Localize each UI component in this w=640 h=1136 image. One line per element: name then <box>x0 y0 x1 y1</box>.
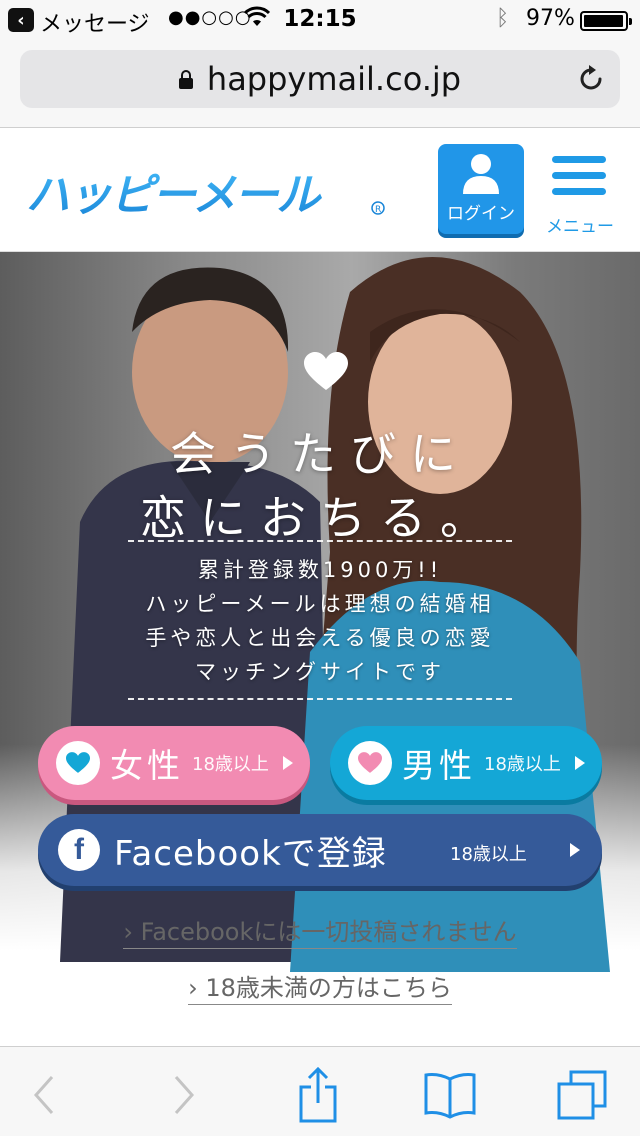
browser-toolbar <box>0 1046 640 1136</box>
lock-icon <box>178 70 193 89</box>
battery-icon <box>580 11 632 31</box>
female-signup-button[interactable]: 女性 18歳以上 <box>38 726 310 800</box>
age-requirement: 18歳以上 <box>192 754 269 775</box>
share-icon[interactable] <box>288 1067 348 1123</box>
tabs-icon[interactable] <box>552 1067 612 1123</box>
browser-address-area: happymail.co.jp <box>0 40 640 128</box>
heart-icon <box>348 741 392 785</box>
forward-icon[interactable] <box>154 1067 214 1123</box>
age-requirement: 18歳以上 <box>450 844 527 865</box>
bookmarks-icon[interactable] <box>420 1067 480 1123</box>
description-line: 手や恋人と出会える優良の恋愛 <box>145 626 495 650</box>
arrow-right-icon <box>574 756 585 770</box>
logo-text: ハッピーメール <box>26 170 322 218</box>
site-header: ハッピーメール R ログイン メニュー <box>0 128 640 252</box>
status-bar: ‹ メッセージ ●●○○○ 12:15 ᛒ 97% <box>0 0 640 40</box>
description-line: ハッピーメールは理想の結婚相 <box>145 592 495 616</box>
facebook-label: Facebookで登録 <box>114 833 387 874</box>
heart-icon <box>56 741 100 785</box>
facebook-icon: f <box>58 829 100 871</box>
battery-level <box>584 15 623 27</box>
headline-line-1: 会うたびに <box>170 427 470 481</box>
male-label: 男性 <box>402 746 476 785</box>
age-requirement: 18歳以上 <box>484 754 561 775</box>
facebook-notice-link[interactable]: › Facebookには一切投稿されません <box>0 912 640 949</box>
hamburger-icon <box>552 156 606 163</box>
menu-button[interactable]: メニュー <box>546 156 614 237</box>
menu-label: メニュー <box>546 217 614 237</box>
battery-percent: 97% <box>526 6 575 31</box>
bluetooth-icon: ᛒ <box>496 6 510 31</box>
login-label: ログイン <box>447 204 515 224</box>
address-bar[interactable]: happymail.co.jp <box>20 50 620 108</box>
headline-line-2: 恋におちる。 <box>140 491 500 545</box>
arrow-right-icon <box>282 756 293 770</box>
facebook-signup-button[interactable]: f Facebookで登録 18歳以上 <box>38 814 602 886</box>
divider <box>128 540 512 542</box>
heart-icon <box>304 352 348 390</box>
male-signup-button[interactable]: 男性 18歳以上 <box>330 726 602 800</box>
hero-section: 会うたびに 恋におちる。 累計登録数1900万!! ハッピーメールは理想の結婚相… <box>0 252 640 1046</box>
divider <box>128 698 512 700</box>
reload-icon[interactable] <box>576 64 606 94</box>
login-button[interactable]: ログイン <box>438 144 524 234</box>
svg-text:R: R <box>375 205 381 215</box>
url-text: happymail.co.jp <box>206 60 462 98</box>
description-line: 累計登録数1900万!! <box>197 558 443 582</box>
female-label: 女性 <box>110 746 184 785</box>
under18-link[interactable]: › 18歳未満の方はこちら <box>0 968 640 1005</box>
user-icon <box>463 154 499 194</box>
back-icon[interactable] <box>14 1067 74 1123</box>
happymail-logo[interactable]: ハッピーメール R <box>26 170 390 218</box>
arrow-right-icon <box>570 843 580 857</box>
description-line: マッチングサイトです <box>195 660 445 684</box>
